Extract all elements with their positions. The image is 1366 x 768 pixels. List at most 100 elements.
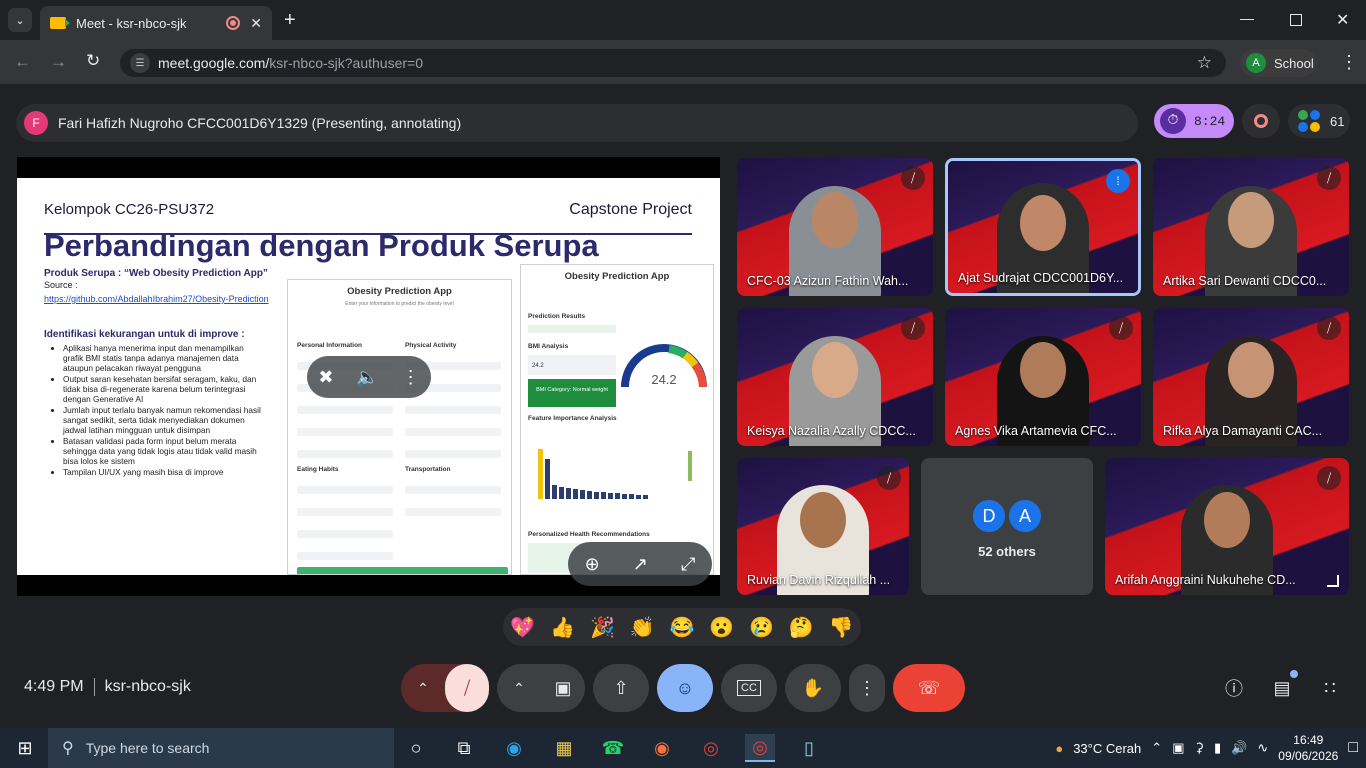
tray-chevron-icon[interactable]: ⌃ xyxy=(1151,740,1162,756)
network-icon[interactable]: ∿ xyxy=(1257,740,1268,756)
participant-tile[interactable]: ⧸ Ruvian Davin Rizqullah ... xyxy=(737,458,909,595)
activities-icon[interactable]: ∷ xyxy=(1316,674,1344,702)
meeting-details-icon[interactable]: ⓘ xyxy=(1220,674,1248,702)
more-options-button[interactable]: ⋮ xyxy=(849,664,885,712)
pop-out-icon[interactable]: ↗ xyxy=(633,554,648,575)
participant-tile[interactable]: ⧸ Agnes Vika Artamevia CFC... xyxy=(945,308,1141,446)
notifications-icon[interactable]: □ xyxy=(1348,739,1358,757)
crying-face-icon[interactable]: 😢 xyxy=(749,615,774,640)
form-section-personal: Personal Information xyxy=(297,342,363,349)
volume-icon[interactable]: 🔊 xyxy=(1231,740,1247,756)
chrome-icon[interactable]: ◎ xyxy=(696,734,726,762)
app-form-title: Obesity Prediction App xyxy=(347,286,452,297)
recording-button[interactable] xyxy=(1242,104,1280,138)
timer-chip[interactable]: ⏱ 8:24 xyxy=(1154,104,1234,138)
sparkling-heart-icon[interactable]: 💖 xyxy=(510,615,535,640)
result-section-feature: Feature Importance Analysis xyxy=(528,415,617,422)
mic-off-button[interactable]: ⧸ xyxy=(445,664,489,712)
firefox-icon[interactable]: ◉ xyxy=(647,734,677,762)
app-form-screenshot: Obesity Prediction App Enter your inform… xyxy=(287,279,512,575)
new-tab-button[interactable]: + xyxy=(284,9,296,32)
audio-options-chevron-icon[interactable]: ⌃ xyxy=(401,680,445,697)
address-bar[interactable]: ☰ meet.google.com/ksr-nbco-sjk?authuser=… xyxy=(120,49,1226,77)
party-popper-icon[interactable]: 🎉 xyxy=(590,615,615,640)
active-tab[interactable]: Meet - ksr-nbco-sjk ✕ xyxy=(40,6,272,40)
thumbs-up-icon[interactable]: 👍 xyxy=(550,615,575,640)
tab-search-icon[interactable]: ⌄ xyxy=(8,8,32,32)
back-icon[interactable]: ← xyxy=(14,52,31,72)
raise-hand-button[interactable]: ✋ xyxy=(785,664,841,712)
present-button[interactable]: ⇧ xyxy=(593,664,649,712)
profile-chip[interactable]: A School xyxy=(1240,49,1316,77)
product-label: Produk Serupa : “Web Obesity Prediction … xyxy=(44,268,268,279)
more-presentation-options-icon[interactable]: ⋮ xyxy=(402,367,420,388)
notes-app-icon[interactable]: ▯ xyxy=(794,734,824,762)
tears-of-joy-icon[interactable]: 😂 xyxy=(669,615,694,640)
timer-value: 8:24 xyxy=(1194,113,1226,129)
clapping-hands-icon[interactable]: 👏 xyxy=(630,615,655,640)
close-window-icon[interactable]: ✕ xyxy=(1336,10,1349,30)
source-link[interactable]: https://github.com/AbdallahIbrahim27/Obe… xyxy=(44,294,269,304)
other-avatar: D xyxy=(971,498,1007,534)
meet-favicon-icon xyxy=(50,17,70,29)
thinking-face-icon[interactable]: 🤔 xyxy=(789,615,814,640)
participant-tile[interactable]: ⧸ CFC-03 Azizun Fathin Wah... xyxy=(737,158,933,296)
people-button[interactable]: 61 xyxy=(1288,104,1350,138)
profile-label: School xyxy=(1274,55,1314,71)
cortana-icon[interactable]: ○ xyxy=(401,734,431,762)
meeting-code: ksr-nbco-sjk xyxy=(104,678,191,695)
result-app-title: Obesity Prediction App xyxy=(564,271,670,282)
presenter-avatar: F xyxy=(24,111,48,135)
presenter-bar: F Fari Hafizh Nugroho CFCC001D6Y1329 (Pr… xyxy=(16,104,1138,142)
restore-icon[interactable] xyxy=(1290,14,1302,26)
issue-item: Aplikasi hanya menerima input dan menamp… xyxy=(63,343,265,373)
result-section-recommendations: Personalized Health Recommendations xyxy=(528,531,650,538)
minimize-icon[interactable]: — xyxy=(1240,10,1254,26)
forward-icon[interactable]: → xyxy=(50,52,67,72)
video-options-chevron-icon[interactable]: ⌃ xyxy=(497,680,541,697)
weather-text[interactable]: 33°C Cerah xyxy=(1073,741,1141,756)
participant-face xyxy=(812,342,858,398)
emoji-button[interactable]: ☺ xyxy=(657,664,713,712)
chrome-profile-icon[interactable]: ◎ xyxy=(745,734,775,762)
whatsapp-icon[interactable]: ☎ xyxy=(598,734,628,762)
site-info-icon[interactable]: ☰ xyxy=(130,53,150,73)
browser-menu-icon[interactable]: ⋮ xyxy=(1340,52,1358,73)
participant-name: CFC-03 Azizun Fathin Wah... xyxy=(747,274,909,288)
others-tile[interactable]: D A 52 others xyxy=(921,458,1093,595)
result-section-prediction: Prediction Results xyxy=(528,313,586,320)
participant-tile[interactable]: ⧸ Rifka Alya Damayanti CAC... xyxy=(1153,308,1349,446)
annotation-off-icon[interactable]: ✖ xyxy=(318,367,333,388)
participant-tile-active-speaker[interactable]: ⁞ Ajat Sudrajat CDCC001D6Y... xyxy=(945,158,1141,296)
issues-list: Aplikasi hanya menerima input dan menamp… xyxy=(51,343,265,478)
surprised-face-icon[interactable]: 😮 xyxy=(709,615,734,640)
url-host: meet.google.com/ xyxy=(158,55,270,71)
other-avatar: A xyxy=(1007,498,1043,534)
zoom-in-icon[interactable]: ⊕ xyxy=(585,554,600,575)
issue-item: Tampilan UI/UX yang masih bisa di improv… xyxy=(63,467,265,477)
clock[interactable]: 16:49 09/06/2026 xyxy=(1278,732,1338,764)
participant-tile[interactable]: ⧸ Arifah Anggraini Nukuhehe CD... xyxy=(1105,458,1349,595)
thumbs-down-icon[interactable]: 👎 xyxy=(829,615,854,640)
participant-tile[interactable]: ⧸ Keisya Nazalia Azally CDCC... xyxy=(737,308,933,446)
chat-icon[interactable]: ▤ xyxy=(1268,670,1298,702)
task-view-icon[interactable]: ⧉ xyxy=(449,734,479,762)
tab-title: Meet - ksr-nbco-sjk xyxy=(76,15,187,31)
people-avatars-icon xyxy=(1298,110,1320,132)
windows-start-icon[interactable]: ⊞ xyxy=(10,734,40,762)
close-tab-icon[interactable]: ✕ xyxy=(250,15,262,32)
camera-button[interactable]: ▣ xyxy=(541,678,585,699)
taskbar-search[interactable]: ⚲ Type here to search xyxy=(48,728,394,768)
mic-off-icon: ⧸ xyxy=(1317,316,1341,340)
edge-icon[interactable]: ◉ xyxy=(499,734,529,762)
leave-call-button[interactable]: ☏ xyxy=(893,664,965,712)
reload-icon[interactable]: ↻ xyxy=(86,51,100,71)
captions-button[interactable]: CC xyxy=(721,664,777,712)
bmi-value-box: 24.2 xyxy=(528,355,616,375)
fullscreen-icon[interactable]: ⤢ xyxy=(681,554,695,575)
participant-tile[interactable]: ⧸ Artika Sari Dewanti CDCC0... xyxy=(1153,158,1349,296)
presentation-audio-icon[interactable]: 🔈 xyxy=(356,367,378,388)
battery-icon[interactable]: ▮ xyxy=(1214,740,1221,756)
bookmark-star-icon[interactable]: ☆ xyxy=(1197,53,1212,73)
file-explorer-icon[interactable]: ▦ xyxy=(549,734,579,762)
